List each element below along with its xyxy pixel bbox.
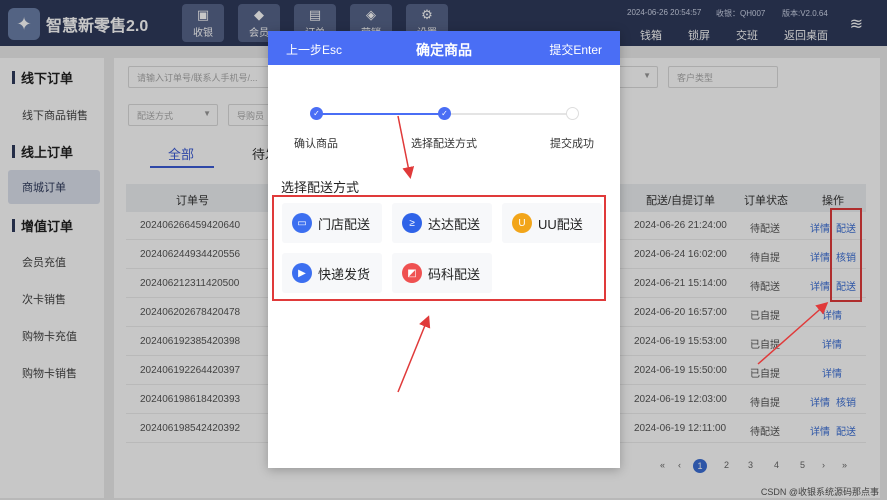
step-2-check-icon: ✓ (438, 107, 451, 120)
step-2-label: 选择配送方式 (411, 138, 477, 150)
dada-icon: ≥ (402, 213, 422, 233)
step-line-done (316, 113, 444, 115)
option-uu-delivery[interactable]: U UU配送 (502, 203, 602, 243)
mako-icon: ◩ (402, 263, 422, 283)
modal-header: 上一步Esc 确定商品 提交Enter (268, 31, 620, 65)
option-dada-delivery[interactable]: ≥ 达达配送 (392, 203, 492, 243)
option-store-delivery[interactable]: ▭ 门店配送 (282, 203, 382, 243)
step-3-dot-icon (566, 107, 579, 120)
step-line-pending (444, 113, 572, 115)
delivery-section-title: 选择配送方式 (281, 180, 360, 195)
submit-button[interactable]: 提交Enter (549, 41, 602, 58)
step-1-check-icon: ✓ (310, 107, 323, 120)
option-express-shipping[interactable]: ▶ 快递发货 (282, 253, 382, 293)
confirm-goods-modal: 上一步Esc 确定商品 提交Enter ✓ ✓ 确认商品 选择配送方式 提交成功… (268, 31, 620, 468)
option-mako-delivery[interactable]: ◩ 码科配送 (392, 253, 492, 293)
step-3-label: 提交成功 (550, 138, 594, 150)
uu-icon: U (512, 213, 532, 233)
truck-icon: ▶ (292, 263, 312, 283)
step-1-label: 确认商品 (294, 138, 338, 150)
store-icon: ▭ (292, 213, 312, 233)
